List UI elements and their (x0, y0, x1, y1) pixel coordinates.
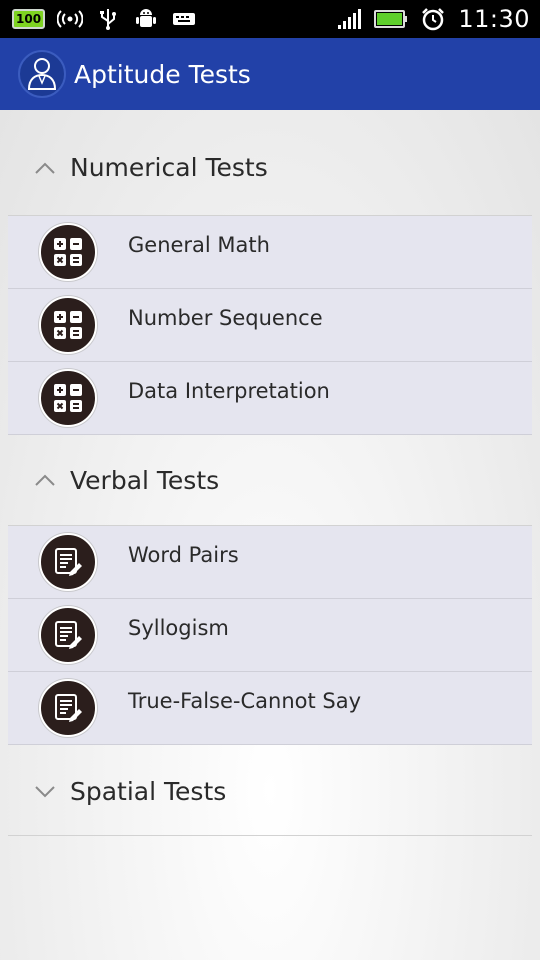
list-item-number-sequence[interactable]: Number Sequence (8, 289, 532, 362)
calculator-icon (39, 296, 97, 354)
status-left-icons: 100 (12, 7, 197, 31)
app-bar: Aptitude Tests (0, 38, 540, 110)
list-item-label: Word Pairs (128, 543, 239, 567)
keyboard-icon (173, 13, 196, 25)
status-right-icons: 11:30 (336, 5, 530, 33)
chevron-up-icon (35, 162, 55, 174)
chevron-up-icon (35, 474, 55, 486)
list-item-label: True-False-Cannot Say (128, 689, 362, 713)
group-header-spatial[interactable]: Spatial Tests (8, 745, 532, 836)
app-title: Aptitude Tests (74, 59, 251, 89)
signal-icon (338, 9, 362, 29)
android-debug-icon (136, 9, 157, 27)
group-header-verbal[interactable]: Verbal Tests (8, 435, 532, 526)
list-item-label: Syllogism (128, 616, 229, 640)
list-item-data-interpretation[interactable]: Data Interpretation (8, 362, 532, 435)
list-item-general-math[interactable]: General Math (8, 216, 532, 289)
usb-icon (100, 9, 117, 30)
group-title: Verbal Tests (70, 465, 220, 495)
chevron-down-icon (35, 786, 55, 798)
list-item-label: Data Interpretation (128, 379, 330, 403)
clock: 11:30 (458, 5, 530, 33)
group-verbal-tests: Verbal Tests Word Pairs Syllogism True-F… (0, 435, 540, 745)
list-item-label: General Math (128, 233, 270, 257)
list-item-true-false-cannot-say[interactable]: True-False-Cannot Say (8, 672, 532, 745)
wireless-hotspot-icon (57, 10, 84, 28)
list-item-label: Number Sequence (128, 306, 323, 330)
group-numerical-tests: Numerical Tests General Math Number Sequ… (0, 110, 540, 435)
test-category-list: Numerical Tests General Math Number Sequ… (0, 110, 540, 960)
calculator-icon (39, 223, 97, 281)
list-item-syllogism[interactable]: Syllogism (8, 599, 532, 672)
group-title: Spatial Tests (70, 776, 227, 806)
battery-icon (374, 10, 408, 28)
document-edit-icon (39, 679, 97, 737)
calculator-icon (39, 369, 97, 427)
group-spatial-tests: Spatial Tests (0, 745, 540, 836)
status-bar: 100 11:30 (0, 0, 540, 38)
document-edit-icon (39, 533, 97, 591)
person-avatar-icon[interactable] (18, 50, 66, 98)
list-item-word-pairs[interactable]: Word Pairs (8, 526, 532, 599)
group-header-numerical[interactable]: Numerical Tests (8, 110, 532, 216)
alarm-icon (422, 8, 445, 31)
document-edit-icon (39, 606, 97, 664)
group-title: Numerical Tests (70, 153, 268, 182)
battery-badge-icon: 100 (12, 9, 46, 29)
